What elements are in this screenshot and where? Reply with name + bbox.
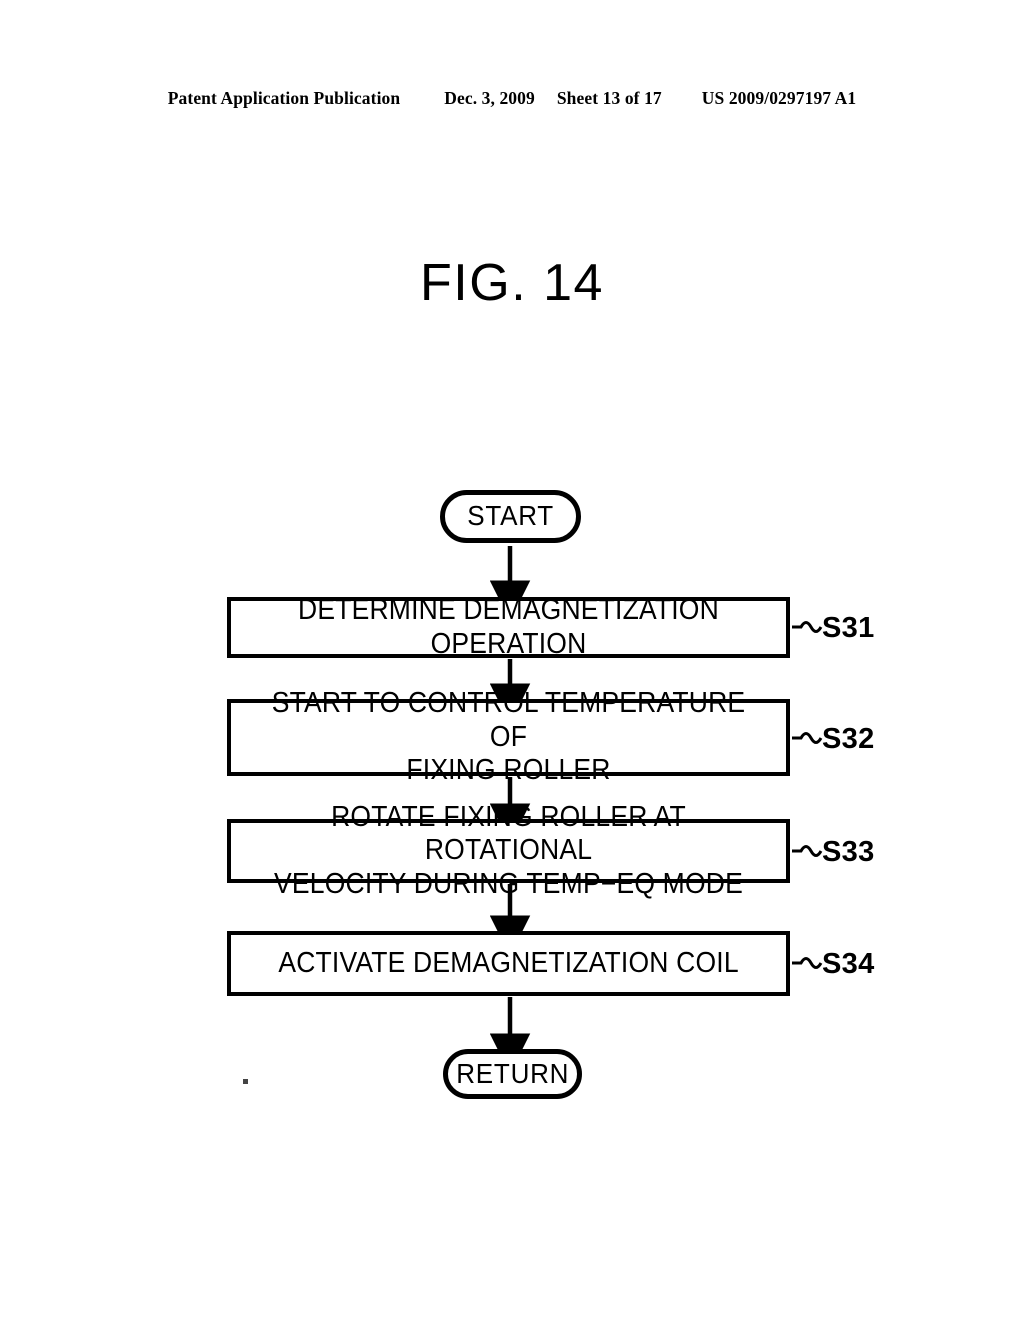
flow-node-start-label: START	[467, 500, 554, 532]
header-date-label: Dec. 3, 2009	[444, 88, 535, 108]
header-publication-label: Patent Application Publication	[167, 88, 401, 108]
flow-node-start: START	[440, 490, 581, 543]
step-reference-s32: S32	[822, 723, 875, 755]
flow-node-s33-label: ROTATE FIXING ROLLER AT ROTATIONAL VELOC…	[274, 800, 743, 900]
flow-node-s31: DETERMINE DEMAGNETIZATION OPERATION	[227, 594, 790, 660]
flow-node-s32-label: START TO CONTROL TEMPERATURE OF FIXING R…	[271, 687, 746, 787]
flow-node-s31-label: DETERMINE DEMAGNETIZATION OPERATION	[298, 594, 719, 660]
step-reference-s34: S34	[822, 948, 875, 980]
leader-s31	[792, 621, 823, 633]
flow-node-s34-label: ACTIVATE DEMAGNETIZATION COIL	[278, 946, 739, 979]
flow-node-s34: ACTIVATE DEMAGNETIZATION COIL	[227, 931, 790, 996]
header-patent-number: US 2009/0297197 A1	[701, 88, 857, 108]
flow-node-return-label: RETURN	[456, 1057, 569, 1089]
step-reference-s33: S33	[822, 836, 875, 868]
step-reference-s31: S31	[822, 612, 875, 644]
leader-s33	[792, 845, 823, 857]
header-sheet-label: Sheet 13 of 17	[556, 88, 662, 108]
figure-title: FIG. 14	[420, 254, 604, 312]
leader-s34	[792, 957, 823, 969]
scan-artifact-speck	[243, 1079, 248, 1084]
flow-node-s32: START TO CONTROL TEMPERATURE OF FIXING R…	[227, 687, 790, 786]
flow-node-return: RETURN	[443, 1049, 582, 1099]
page-header: Patent Application Publication Dec. 3, 2…	[0, 88, 1024, 114]
flow-node-s33: ROTATE FIXING ROLLER AT ROTATIONAL VELOC…	[227, 801, 790, 900]
leader-s32	[792, 732, 823, 744]
